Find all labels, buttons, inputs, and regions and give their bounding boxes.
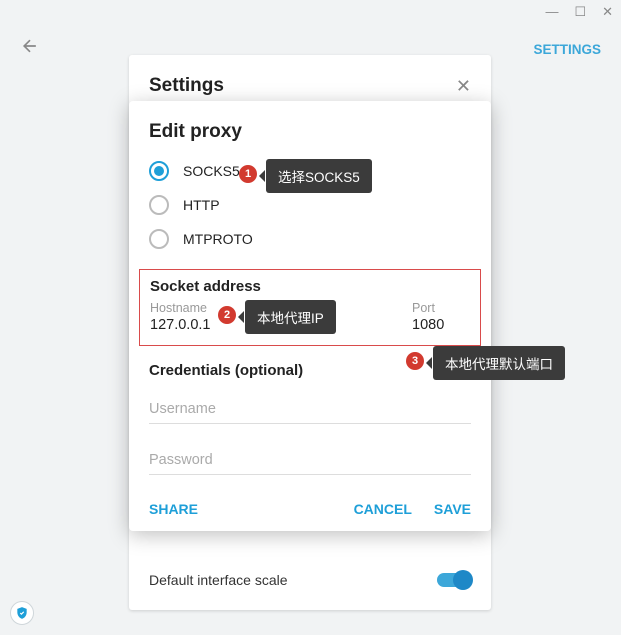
radio-icon — [149, 161, 169, 181]
annotation-badge-2: 2 — [218, 306, 236, 324]
radio-http[interactable]: HTTP — [149, 195, 471, 215]
annotation-tooltip-1: 选择SOCKS5 — [266, 159, 372, 193]
password-input[interactable] — [149, 444, 471, 475]
radio-label: HTTP — [183, 197, 220, 213]
share-button[interactable]: SHARE — [149, 501, 198, 517]
modal-title: Edit proxy — [149, 121, 471, 143]
shield-icon[interactable] — [10, 601, 34, 625]
radio-icon — [149, 229, 169, 249]
back-arrow-icon[interactable] — [20, 36, 40, 62]
close-icon[interactable]: ✕ — [456, 76, 471, 97]
port-value: 1080 — [412, 317, 470, 333]
annotation-badge-3: 3 — [406, 352, 424, 370]
interface-scale-toggle[interactable] — [437, 573, 471, 587]
annotation-badge-1: 1 — [239, 165, 257, 183]
window-controls: — ☐ ✕ — [541, 2, 617, 22]
interface-scale-label: Default interface scale — [149, 572, 288, 588]
annotation-tooltip-3: 本地代理默认端口 — [433, 346, 565, 380]
radio-mtproto[interactable]: MTPROTO — [149, 229, 471, 249]
save-button[interactable]: SAVE — [434, 501, 471, 517]
window-minimize[interactable]: — — [541, 2, 562, 22]
username-input[interactable] — [149, 393, 471, 424]
cancel-button[interactable]: CANCEL — [354, 501, 412, 517]
radio-icon — [149, 195, 169, 215]
settings-title: Settings — [149, 75, 224, 97]
settings-link[interactable]: SETTINGS — [533, 42, 601, 57]
window-close[interactable]: ✕ — [598, 2, 617, 22]
interface-scale-row[interactable]: Default interface scale — [149, 560, 471, 600]
port-label: Port — [412, 301, 470, 315]
socket-heading: Socket address — [150, 278, 470, 295]
modal-footer: SHARE CANCEL SAVE — [149, 501, 471, 517]
annotation-tooltip-2: 本地代理IP — [245, 300, 336, 334]
window-maximize[interactable]: ☐ — [570, 2, 590, 22]
port-field[interactable]: Port 1080 — [412, 301, 470, 333]
radio-label: MTPROTO — [183, 231, 253, 247]
radio-label: SOCKS5 — [183, 163, 240, 179]
